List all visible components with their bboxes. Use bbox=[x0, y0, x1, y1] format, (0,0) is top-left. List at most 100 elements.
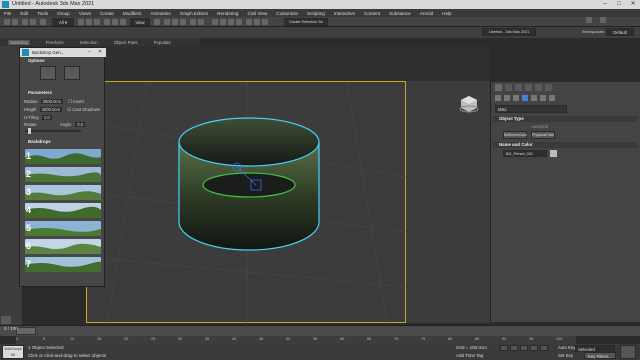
backdrop-thumb-7[interactable]: 7 bbox=[25, 257, 101, 272]
backdrop-thumb-1[interactable]: 1 bbox=[25, 149, 101, 164]
name-color-rollout[interactable]: Name and Color bbox=[493, 142, 637, 148]
menu-views[interactable]: Views bbox=[79, 11, 91, 16]
time-slider[interactable] bbox=[0, 325, 640, 336]
minimize-button[interactable]: – bbox=[598, 0, 612, 9]
search-icon[interactable] bbox=[586, 17, 592, 23]
autogrid-label[interactable]: AutoGrid bbox=[531, 124, 548, 129]
menu-scripting[interactable]: Scripting bbox=[307, 11, 325, 16]
menu-tools[interactable]: Tools bbox=[37, 11, 48, 16]
rotate-icon[interactable] bbox=[112, 19, 118, 25]
render-frame-icon[interactable] bbox=[254, 19, 260, 25]
scale-icon[interactable] bbox=[120, 19, 126, 25]
menu-edit[interactable]: Edit bbox=[20, 11, 28, 16]
viewport-nav-icon[interactable] bbox=[620, 345, 636, 359]
height-spinner[interactable]: 3000.0cm bbox=[39, 107, 63, 112]
curve-editor-icon[interactable] bbox=[220, 19, 226, 25]
menu-rendering[interactable]: Rendering bbox=[217, 11, 238, 16]
backdrops-rollout[interactable]: Backdrops bbox=[22, 139, 104, 145]
tab-object-paint[interactable]: Object Paint bbox=[114, 40, 138, 45]
user-account-dropdown[interactable]: Libertos - 3ds Max 2021 bbox=[482, 28, 536, 36]
move-icon[interactable] bbox=[104, 19, 110, 25]
lights-icon[interactable] bbox=[513, 95, 519, 101]
unlink-icon[interactable] bbox=[30, 19, 36, 25]
menu-group[interactable]: Group bbox=[57, 11, 70, 16]
display-tab-icon[interactable] bbox=[535, 84, 542, 91]
goto-start-icon[interactable] bbox=[500, 345, 508, 351]
category-dropdown[interactable]: Misc bbox=[495, 105, 567, 113]
utiling-spinner[interactable]: 1.0 bbox=[41, 115, 52, 120]
backdrop-thumb-5[interactable]: 5 bbox=[25, 221, 101, 236]
redo-icon[interactable] bbox=[12, 19, 18, 25]
systems-icon[interactable] bbox=[549, 95, 555, 101]
prev-frame-icon[interactable] bbox=[510, 345, 518, 351]
render-setup-icon[interactable] bbox=[246, 19, 252, 25]
workspace-dropdown[interactable]: Default bbox=[606, 28, 634, 36]
filter-dropdown[interactable]: All ▾ bbox=[52, 18, 74, 26]
maximize-button[interactable]: □ bbox=[612, 0, 626, 9]
bind-icon[interactable] bbox=[40, 19, 46, 25]
utilities-tab-icon[interactable] bbox=[545, 84, 552, 91]
menu-create[interactable]: Create bbox=[100, 11, 114, 16]
maxscript-listener-box[interactable]: MAXScript Mi bbox=[2, 345, 24, 359]
select-by-name-icon[interactable] bbox=[86, 19, 92, 25]
add-time-tag-button[interactable]: Add Time Tag bbox=[456, 353, 483, 358]
track-bar[interactable]: 0 5 10 15 20 25 30 35 40 45 50 55 60 65 70 75 80 85 90 95 10… bbox=[16, 336, 576, 344]
helpers-icon[interactable] bbox=[531, 95, 537, 101]
menu-customize[interactable]: Customize bbox=[276, 11, 298, 16]
coordinate-icon[interactable] bbox=[1, 316, 11, 324]
backdrop-generator-panel[interactable]: Backdrop Gen... – ✕ Options Parameters R… bbox=[19, 47, 106, 287]
tab-populate[interactable]: Populate bbox=[154, 40, 171, 45]
hierarchy-tab-icon[interactable] bbox=[515, 84, 522, 91]
backdrop-thumb-3[interactable]: 3 bbox=[25, 185, 101, 200]
menu-modifiers[interactable]: Modifiers bbox=[123, 11, 142, 16]
rect-select-icon[interactable] bbox=[94, 19, 100, 25]
cameras-icon[interactable] bbox=[522, 95, 528, 101]
tab-freeform[interactable]: Freeform bbox=[46, 40, 64, 45]
key-filters-button[interactable]: Key Filters... bbox=[584, 352, 616, 359]
menu-civil-view[interactable]: Civil View bbox=[247, 11, 267, 16]
material-editor-icon[interactable] bbox=[236, 19, 242, 25]
backdrop-thumb-6[interactable]: 6 bbox=[25, 239, 101, 254]
invert-checkbox[interactable]: ☐ bbox=[68, 99, 72, 104]
play-icon[interactable] bbox=[520, 345, 528, 351]
set-key-button[interactable]: Set Key bbox=[558, 353, 573, 358]
backdrop-thumb-2[interactable]: 2 bbox=[25, 167, 101, 182]
undo-icon[interactable] bbox=[4, 19, 10, 25]
selected-dropdown[interactable]: Selected bbox=[575, 345, 615, 352]
menu-interactive[interactable]: Interactive bbox=[334, 11, 355, 16]
parameters-rollout[interactable]: Parameters bbox=[22, 90, 104, 96]
panel-titlebar[interactable]: Backdrop Gen... bbox=[20, 48, 106, 57]
selection-set-dropdown[interactable]: Create Selection Se bbox=[284, 18, 328, 26]
cast-shadows-checkbox[interactable]: ☑ bbox=[67, 107, 71, 112]
object-color-swatch[interactable] bbox=[550, 150, 557, 157]
backdrop-thumb-4[interactable]: 4 bbox=[25, 203, 101, 218]
link-icon[interactable] bbox=[22, 19, 28, 25]
select-icon[interactable] bbox=[78, 19, 84, 25]
menu-help[interactable]: Help bbox=[442, 11, 451, 16]
help-icon[interactable] bbox=[600, 17, 606, 23]
close-button[interactable]: ✕ bbox=[626, 0, 640, 9]
tab-modeling[interactable]: Modeling bbox=[8, 39, 30, 45]
image-library-icon[interactable] bbox=[64, 66, 80, 80]
snap-icon[interactable] bbox=[164, 19, 170, 25]
motion-tab-icon[interactable] bbox=[525, 84, 532, 91]
spacewarps-icon[interactable] bbox=[540, 95, 546, 101]
object-type-rollout[interactable]: Object Type bbox=[493, 116, 637, 122]
next-frame-icon[interactable] bbox=[530, 345, 538, 351]
secondary-viewport[interactable] bbox=[406, 81, 490, 323]
perspective-viewport[interactable] bbox=[86, 81, 408, 325]
radius-spinner[interactable]: 3000.0cm bbox=[40, 99, 63, 104]
physicalcam-button[interactable]: PhysicalCam bbox=[531, 131, 555, 139]
rotate-slider[interactable] bbox=[25, 130, 81, 132]
align-icon[interactable] bbox=[198, 19, 204, 25]
view-dropdown[interactable]: View bbox=[130, 18, 150, 26]
time-slider-handle[interactable] bbox=[16, 327, 36, 335]
viewcube-icon[interactable] bbox=[459, 94, 479, 114]
rotate-slider-handle[interactable] bbox=[28, 128, 31, 134]
menu-content[interactable]: Content bbox=[364, 11, 380, 16]
goto-end-icon[interactable] bbox=[540, 345, 548, 351]
menu-graph-editors[interactable]: Graph Editors bbox=[180, 11, 208, 16]
auto-key-button[interactable]: Auto Key bbox=[558, 345, 575, 350]
menu-substance[interactable]: Substance bbox=[389, 11, 411, 16]
geometry-icon[interactable] bbox=[495, 95, 501, 101]
